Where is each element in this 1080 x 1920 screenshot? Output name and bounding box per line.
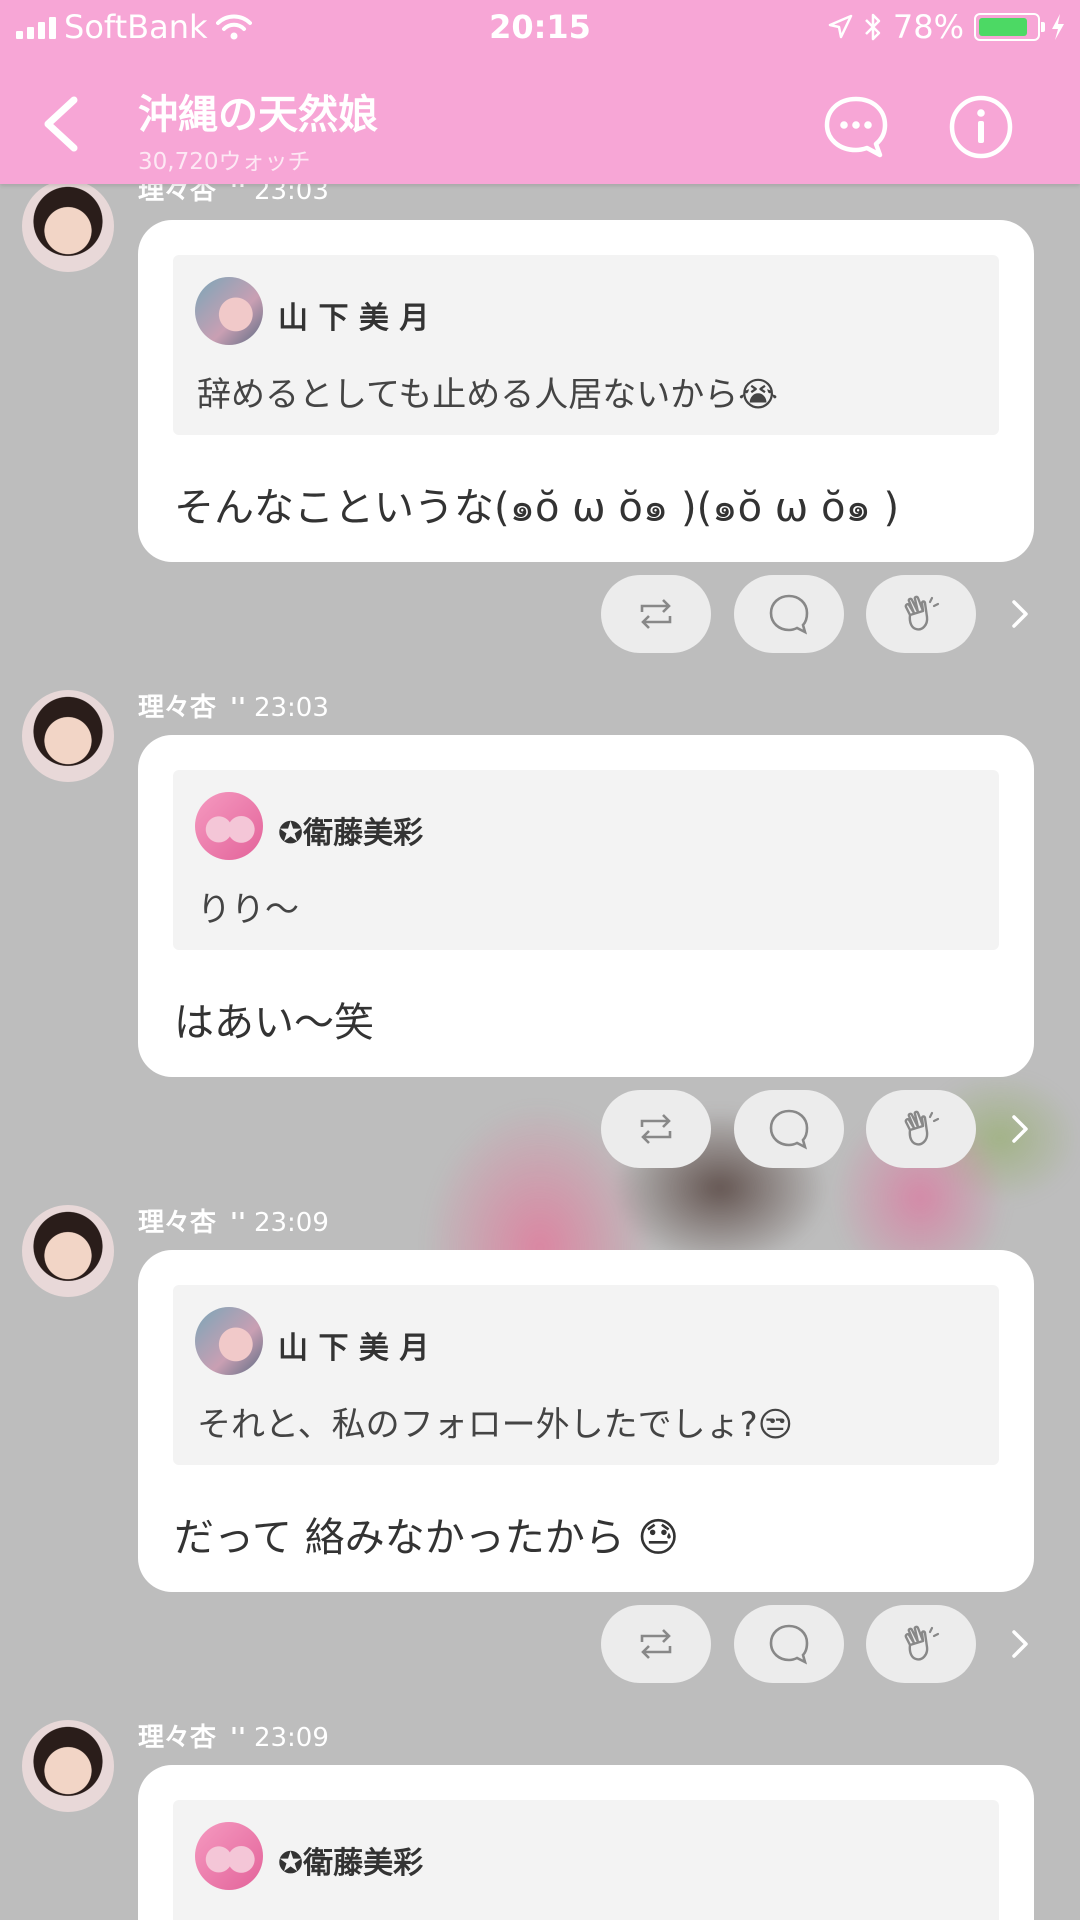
- quoted-message[interactable]: ✪衛藤美彩: [173, 1800, 999, 1920]
- author-avatar[interactable]: [22, 1720, 114, 1812]
- post-meta: 理々杏 '' 23:03: [138, 687, 329, 724]
- message-card[interactable]: ✪衛藤美彩 りり〜 はあい〜笑: [138, 735, 1034, 1077]
- author-avatar[interactable]: [22, 690, 114, 782]
- clap-button[interactable]: [866, 1605, 976, 1683]
- comment-button[interactable]: [734, 575, 844, 653]
- quoted-message[interactable]: 山 下 美 月 辞めるとしても止める人居ないから😭: [173, 255, 999, 435]
- quoted-message[interactable]: 山 下 美 月 それと、私のフォロー外したでしょ?😒: [173, 1285, 999, 1465]
- clap-button[interactable]: [866, 575, 976, 653]
- author-name: 理々杏: [138, 693, 217, 723]
- post-meta: 理々杏 '' 23:09: [138, 1202, 329, 1239]
- post-meta: 理々杏 '' 23:09: [138, 1717, 329, 1754]
- repost-button[interactable]: [601, 1090, 711, 1168]
- page-title: 沖縄の天然娘: [138, 92, 378, 138]
- back-chevron-icon[interactable]: [30, 92, 90, 156]
- battery-icon: [974, 13, 1045, 41]
- comment-icon: [769, 1109, 809, 1150]
- comment-icon: [769, 1624, 809, 1665]
- clap-icon: [904, 1625, 940, 1661]
- quoted-text: 辞めるとしても止める人居ないから😭: [197, 375, 779, 415]
- post-mark: '': [230, 1208, 246, 1238]
- post-time: 23:09: [253, 1208, 329, 1238]
- author-avatar[interactable]: [22, 180, 114, 272]
- post-actions: [0, 575, 1080, 653]
- quoted-message[interactable]: ✪衛藤美彩 りり〜: [173, 770, 999, 950]
- repost-icon: [640, 1629, 672, 1659]
- quoted-name: ✪衛藤美彩: [278, 1846, 424, 1881]
- message-body: だって 絡みなかったから 😓: [174, 1515, 680, 1561]
- post-mark: '': [230, 1723, 246, 1753]
- post-actions: [0, 1605, 1080, 1683]
- post-mark: '': [230, 693, 246, 723]
- clap-icon: [904, 595, 940, 631]
- quoted-avatar: [195, 792, 263, 860]
- top-bar: SoftBank 20:15 78% 沖縄の天然娘 30,720ウォッチ: [0, 0, 1080, 184]
- post-time: 23:03: [253, 693, 329, 723]
- message-card[interactable]: ✪衛藤美彩: [138, 1765, 1034, 1920]
- comment-icon: [769, 594, 809, 635]
- author-avatar[interactable]: [22, 1205, 114, 1297]
- clap-button[interactable]: [866, 1090, 976, 1168]
- quoted-avatar: [195, 277, 263, 345]
- post-actions: [0, 1090, 1080, 1168]
- watch-count: 30,720ウォッチ: [138, 149, 311, 175]
- title-group: 沖縄の天然娘 30,720ウォッチ: [138, 82, 378, 176]
- repost-icon: [640, 1114, 672, 1144]
- message-card[interactable]: 山 下 美 月 それと、私のフォロー外したでしょ?😒 だって 絡みなかったから …: [138, 1250, 1034, 1592]
- quoted-name: 山 下 美 月: [278, 1331, 430, 1366]
- comment-button[interactable]: [734, 1605, 844, 1683]
- info-icon[interactable]: [948, 94, 1014, 160]
- status-bar: SoftBank 20:15 78%: [0, 0, 1080, 60]
- status-right: 78%: [827, 8, 1066, 46]
- bluetooth-icon: [864, 13, 881, 41]
- author-name: 理々杏: [138, 1208, 217, 1238]
- message-card[interactable]: 山 下 美 月 辞めるとしても止める人居ないから😭 そんなこというな(๑ŏ ω …: [138, 220, 1034, 562]
- repost-button[interactable]: [601, 575, 711, 653]
- quoted-text: それと、私のフォロー外したでしょ?😒: [197, 1405, 794, 1445]
- repost-button[interactable]: [601, 1605, 711, 1683]
- quoted-avatar: [195, 1307, 263, 1375]
- charging-icon: [1052, 14, 1064, 40]
- repost-icon: [640, 599, 672, 629]
- quoted-text: りり〜: [197, 890, 299, 930]
- message-body: そんなこというな(๑ŏ ω ŏ๑ )(๑ŏ ω ŏ๑ ): [174, 485, 900, 531]
- battery-percent: 78%: [892, 8, 964, 46]
- quoted-name: 山 下 美 月: [278, 301, 430, 336]
- chat-bubble-dots-icon[interactable]: [823, 94, 889, 160]
- quoted-avatar: [195, 1822, 263, 1890]
- location-icon: [828, 14, 853, 39]
- chevron-right-icon[interactable]: [1008, 1627, 1032, 1661]
- quoted-name: ✪衛藤美彩: [278, 816, 424, 851]
- post-time: 23:09: [253, 1723, 329, 1753]
- clap-icon: [904, 1110, 940, 1146]
- chevron-right-icon[interactable]: [1008, 1112, 1032, 1146]
- message-body: はあい〜笑: [174, 1000, 374, 1046]
- nav-bar: 沖縄の天然娘 30,720ウォッチ: [0, 62, 1080, 184]
- chevron-right-icon[interactable]: [1008, 597, 1032, 631]
- comment-button[interactable]: [734, 1090, 844, 1168]
- author-name: 理々杏: [138, 1723, 217, 1753]
